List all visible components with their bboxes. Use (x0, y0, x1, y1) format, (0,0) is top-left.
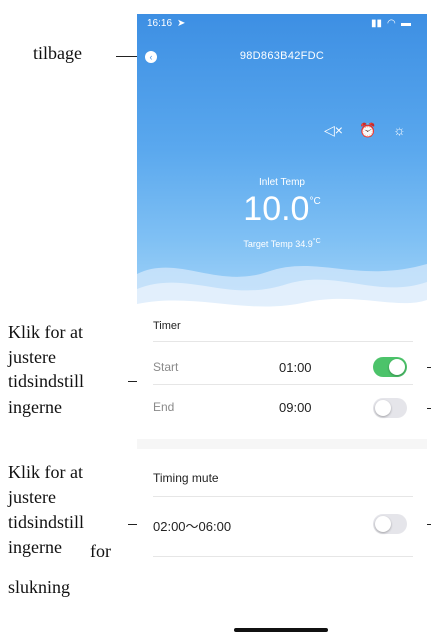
inlet-temp-unit: °C (309, 196, 321, 207)
divider (153, 341, 413, 342)
timer-start-toggle[interactable] (373, 357, 407, 377)
divider (153, 384, 413, 385)
alarm-clock-icon[interactable]: ⏰ (359, 122, 376, 139)
timing-mute-range[interactable]: 02:00～06:00 (153, 516, 231, 535)
divider (137, 439, 427, 449)
timer-end-toggle[interactable] (373, 398, 407, 418)
annotation-timer-line1: Klik for at (8, 322, 83, 342)
timing-mute-toggle[interactable] (373, 514, 407, 534)
brightness-icon[interactable]: ☼ (393, 122, 406, 138)
timer-start-time[interactable]: 01:00 (279, 360, 312, 375)
signal-icon: ▮▮ (371, 18, 383, 29)
battery-icon: ▬ (401, 18, 411, 29)
phone-screen: 16:16 ➤ ▮▮ ◠ ▬ ‹ 98D863B42FDC ◁× ⏰ ☼ Inl… (137, 14, 427, 643)
timing-mute-title: Timing mute (153, 471, 219, 485)
target-temp-label: Target Temp (243, 239, 293, 249)
status-arrow-icon: ➤ (177, 18, 186, 29)
target-temp-value: 34.9 (295, 239, 313, 249)
annotation-mute-line4b: for (90, 541, 111, 561)
home-indicator (234, 628, 328, 632)
inlet-temp-value: 10.0°C (137, 190, 427, 229)
annotation-timer-line4: ingerne (8, 397, 62, 417)
annotation-timer-line3: tidsindstill (8, 371, 85, 391)
toggle-knob (375, 516, 391, 532)
annotation-back: tilbage (33, 43, 82, 63)
target-temp: Target Temp 34.9°C (137, 238, 427, 249)
annotation-mute-line1: Klik for at (8, 462, 83, 482)
divider (153, 496, 413, 497)
timer-end-time[interactable]: 09:00 (279, 400, 312, 415)
toggle-knob (389, 359, 405, 375)
annotation-mute-line5: slukning (8, 577, 71, 597)
inlet-temp-number: 10.0 (243, 190, 310, 228)
annotation-timer-line2: justere (8, 347, 56, 367)
target-temp-unit: °C (312, 238, 321, 245)
device-title: 98D863B42FDC (239, 50, 325, 62)
divider (153, 556, 413, 557)
inlet-temp-label: Inlet Temp (259, 177, 305, 188)
timer-section-title: Timer (153, 320, 181, 332)
annotation-mute-line2: justere (8, 487, 56, 507)
toggle-knob (375, 400, 391, 416)
mute-icon[interactable]: ◁× (324, 122, 343, 139)
status-time: 16:16 (147, 18, 173, 29)
timer-start-label: Start (153, 360, 179, 374)
wifi-icon: ◠ (387, 18, 396, 29)
annotation-mute-line4: ingerne (8, 537, 62, 557)
annotation-mute-line3: tidsindstill (8, 512, 85, 532)
wave-decoration (137, 264, 427, 324)
timer-end-label: End (153, 400, 175, 414)
